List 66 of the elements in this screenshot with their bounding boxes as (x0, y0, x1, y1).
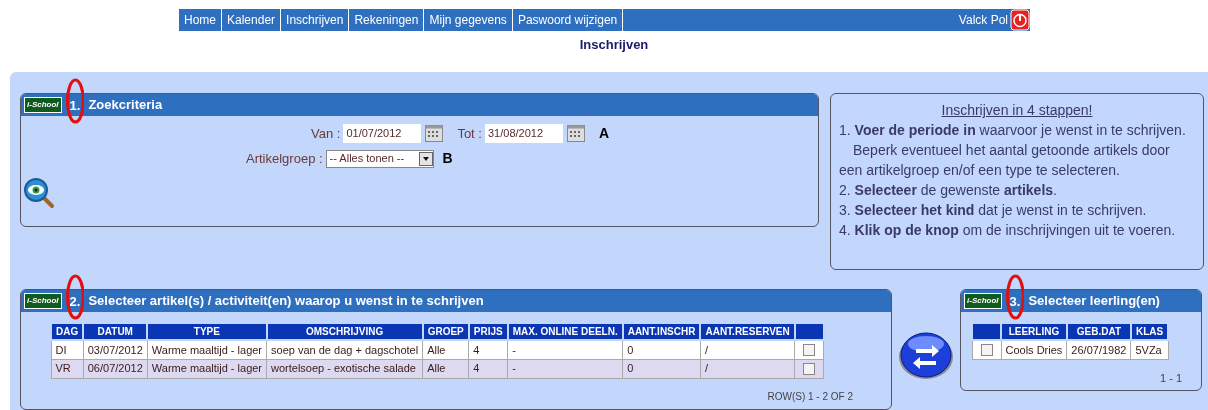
panel-title: Selecteer artikel(s) / activiteit(en) waarop u wenst in te schrijven (88, 292, 484, 311)
nav-link[interactable]: Paswoord wijzigen (512, 9, 624, 31)
table-cell: Alle (422, 340, 469, 359)
column-header: DATUM (83, 323, 148, 340)
nav-link[interactable]: Inschrijven (281, 9, 350, 31)
table-cell: 06/07/2012 (83, 359, 148, 378)
field-label: Van : (311, 124, 341, 143)
panel-title: Zoekcriteria (88, 96, 163, 115)
steps-title: Inschrijven in 4 stappen! (941, 102, 1093, 118)
table-cell: Warme maaltijd - lager (147, 359, 267, 378)
user-name: Valck Pol (958, 12, 1009, 29)
table-cell: 26/07/1982 (1066, 340, 1131, 359)
field-label: Tot : (457, 124, 482, 143)
table-cell: 4 (468, 359, 508, 378)
pager-text: ROW(S) 1 - 2 OF 2 (767, 389, 853, 404)
column-header: LEERLING (1001, 323, 1067, 340)
table-cell: 4 (468, 340, 508, 359)
pager-text: 1 - 1 (1160, 370, 1182, 386)
step-text: 4. Klik op de knop om de inschrijvingen uit te voeren. (839, 221, 1177, 240)
column-header: AANT.INSCHR (622, 323, 701, 340)
column-header: MAX. ONLINE DEELN. (507, 323, 623, 340)
table-cell: / (700, 340, 795, 359)
nav-link[interactable]: Mijn gegevens (424, 9, 513, 31)
table-cell: Cools Dries (1001, 340, 1067, 359)
group-dropdown[interactable]: -- Alles tonen -- (325, 149, 434, 168)
annotation-letter: B (442, 149, 453, 168)
step-number: 1. (69, 98, 81, 113)
column-header: PRIJS (468, 323, 508, 340)
column-header: AANT.RESERVEN (700, 323, 795, 340)
step-text: 1. Voer de periode in waarvoor je wenst in te schrijven. (839, 121, 1187, 140)
column-header: DAG (51, 323, 84, 340)
table-cell: 0 (622, 340, 701, 359)
table-cell: - (507, 359, 623, 378)
column-header: GROEP (422, 323, 469, 340)
table-cell: DI (51, 340, 84, 359)
table-cell: VR (51, 359, 84, 378)
date-field[interactable]: 31/08/2012 (484, 124, 563, 143)
table-cell: wortelsoep - exotische salade (266, 359, 423, 378)
column-header: TYPE (147, 323, 267, 340)
step-number: 3. (1009, 294, 1021, 309)
field-label: Artikelgroep : (246, 149, 323, 168)
panel-title: Selecteer leerling(en) (1028, 292, 1160, 311)
step-number: 2. (69, 294, 81, 309)
nav-link[interactable]: Kalender (222, 9, 282, 31)
column-header: GEB.DAT (1066, 323, 1131, 340)
nav-link[interactable]: Home (179, 9, 222, 31)
nav-link[interactable]: Rekeningen (349, 9, 425, 31)
table-cell: 03/07/2012 (83, 340, 148, 359)
step-text: 3. Selecteer het kind dat je wenst in te schrijven. (839, 201, 1148, 220)
school-logo: i-School (24, 293, 62, 309)
table-cell: soep van de dag + dagschotel (266, 340, 423, 359)
step-text: 2. Selecteer de gewenste artikels. (839, 181, 1058, 200)
step-text: Beperk eventueel het aantal getoonde artikels door een artikelgroep en/of een type te selecteren. (839, 141, 1171, 180)
column-header: KLAS (1130, 323, 1169, 340)
table-cell: 0 (622, 359, 701, 378)
school-logo: i-School (964, 293, 1002, 309)
annotation-letter: A (598, 124, 610, 143)
table-cell: 5VZa (1130, 340, 1169, 359)
school-logo: i-School (24, 97, 62, 113)
table-cell: Alle (422, 359, 469, 378)
date-field[interactable]: 01/07/2012 (343, 124, 422, 143)
table-cell: Warme maaltijd - lager (147, 340, 267, 359)
column-header: OMSCHRIJVING (266, 323, 423, 340)
page-title: Inschrijven (579, 36, 649, 54)
table-cell: - (507, 340, 623, 359)
table-cell: / (700, 359, 795, 378)
